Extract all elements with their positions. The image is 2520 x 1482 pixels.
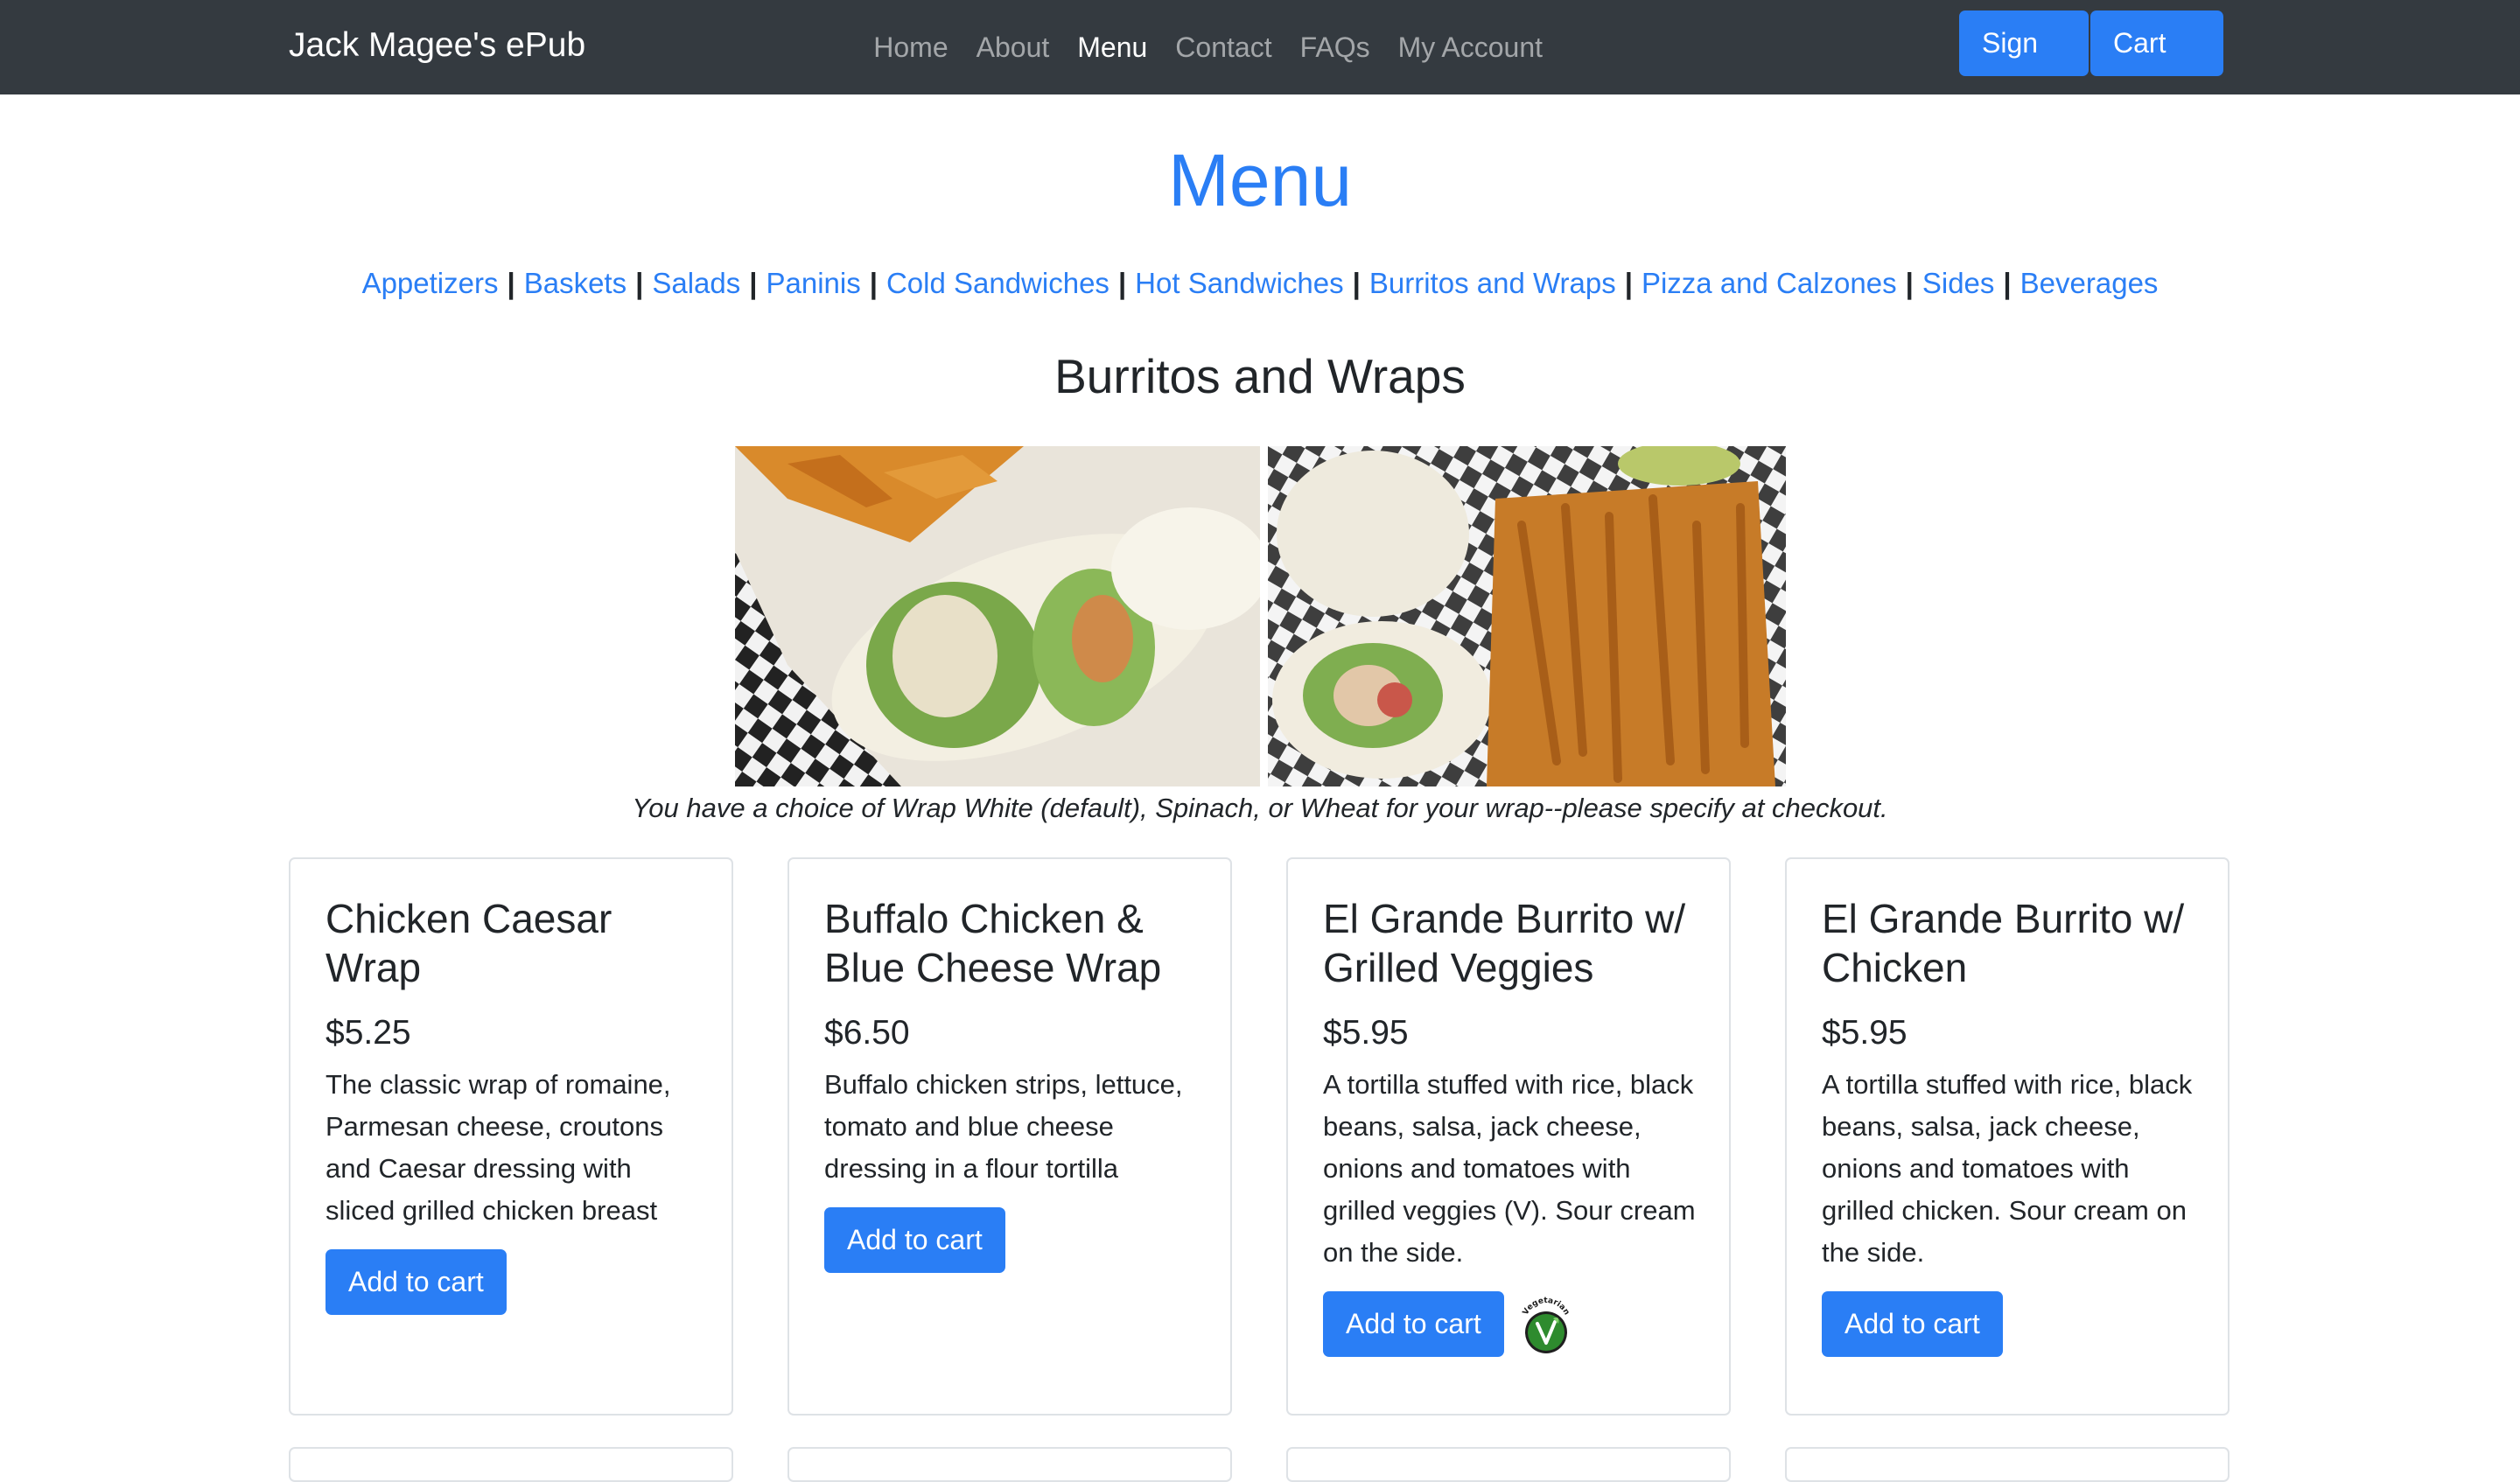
nav-about[interactable]: About xyxy=(976,2,1050,93)
item-description: Buffalo chicken strips, lettuce, tomato … xyxy=(824,1069,1183,1184)
separator: | xyxy=(869,267,878,299)
menu-card-partial xyxy=(1286,1447,1731,1482)
wrap-photo-right xyxy=(1268,446,1786,786)
separator: | xyxy=(1905,267,1914,299)
item-description: A tortilla stuffed with rice, black bean… xyxy=(1323,1069,1696,1268)
menu-card: El Grande Burrito w/ Grilled Veggies $5.… xyxy=(1286,857,1731,1416)
category-link-baskets[interactable]: Baskets xyxy=(524,267,626,299)
category-link-paninis[interactable]: Paninis xyxy=(766,267,860,299)
item-price: $5.25 xyxy=(326,1014,411,1052)
nav-my-account[interactable]: My Account xyxy=(1398,2,1543,93)
category-link-sides[interactable]: Sides xyxy=(1922,267,1995,299)
section-title: Burritos and Wraps xyxy=(1054,349,1466,403)
menu-card: El Grande Burrito w/ Chicken $5.95 A tor… xyxy=(1785,857,2230,1416)
nav-links: Home About Menu Contact FAQs My Account xyxy=(845,0,1543,94)
item-description: The classic wrap of romaine, Parmesan ch… xyxy=(326,1069,671,1226)
category-link-burritos-and-wraps[interactable]: Burritos and Wraps xyxy=(1369,267,1616,299)
item-price: $6.50 xyxy=(824,1014,910,1052)
separator: | xyxy=(635,267,644,299)
add-to-cart-button[interactable]: Add to cart xyxy=(326,1249,507,1315)
cart-button[interactable]: Cart (1) xyxy=(2090,10,2223,124)
wrap-choice-note: You have a choice of Wrap White (default… xyxy=(632,793,1888,823)
add-to-cart-button[interactable]: Add to cart xyxy=(1323,1291,1504,1357)
wrap-photo-left xyxy=(735,446,1260,786)
category-link-cold-sandwiches[interactable]: Cold Sandwiches xyxy=(886,267,1110,299)
vegetarian-badge-icon: Vegetarian xyxy=(1521,1296,1571,1353)
separator: | xyxy=(1624,267,1633,299)
category-link-pizza-and-calzones[interactable]: Pizza and Calzones xyxy=(1642,267,1897,299)
menu-card: Chicken Caesar Wrap $5.25 The classic wr… xyxy=(289,857,733,1416)
category-link-appetizers[interactable]: Appetizers xyxy=(362,267,499,299)
add-to-cart-button[interactable]: Add to cart xyxy=(1822,1291,2003,1357)
menu-card-partial xyxy=(1785,1447,2230,1482)
separator: | xyxy=(2003,267,2012,299)
separator: | xyxy=(1352,267,1361,299)
item-title: Buffalo Chicken & Blue Cheese Wrap xyxy=(824,896,1162,990)
category-link-beverages[interactable]: Beverages xyxy=(2020,267,2159,299)
separator: | xyxy=(1117,267,1127,299)
nav-contact[interactable]: Contact xyxy=(1175,2,1271,93)
category-link-salads[interactable]: Salads xyxy=(652,267,740,299)
item-price: $5.95 xyxy=(1822,1014,1908,1052)
brand-link[interactable]: Jack Magee's ePub xyxy=(289,0,585,94)
menu-card: Buffalo Chicken & Blue Cheese Wrap $6.50… xyxy=(788,857,1232,1416)
nav-menu[interactable]: Menu xyxy=(1077,2,1147,93)
add-to-cart-button[interactable]: Add to cart xyxy=(824,1207,1005,1273)
separator: | xyxy=(749,267,758,299)
item-title: El Grande Burrito w/ Chicken xyxy=(1822,896,2185,990)
nav-buttons: Sign In Cart (1) xyxy=(1959,10,2223,124)
category-link-hot-sandwiches[interactable]: Hot Sandwiches xyxy=(1135,267,1343,299)
nav-faqs[interactable]: FAQs xyxy=(1300,2,1370,93)
separator: | xyxy=(507,267,515,299)
nav-home[interactable]: Home xyxy=(873,2,948,93)
sign-in-button[interactable]: Sign In xyxy=(1959,10,2089,124)
menu-card-partial xyxy=(289,1447,733,1482)
menu-card-partial xyxy=(788,1447,1232,1482)
category-nav: Appetizers | Baskets | Salads | Paninis | Cold S… xyxy=(0,262,2520,304)
page-title: Menu xyxy=(1167,139,1353,221)
top-navbar: Jack Magee's ePub Home About Menu Contac… xyxy=(0,0,2520,124)
item-title: El Grande Burrito w/ Grilled Veggies xyxy=(1323,896,1686,990)
item-price: $5.95 xyxy=(1323,1014,1409,1052)
item-title: Chicken Caesar Wrap xyxy=(326,896,612,990)
item-description: A tortilla stuffed with rice, black bean… xyxy=(1822,1069,2193,1268)
